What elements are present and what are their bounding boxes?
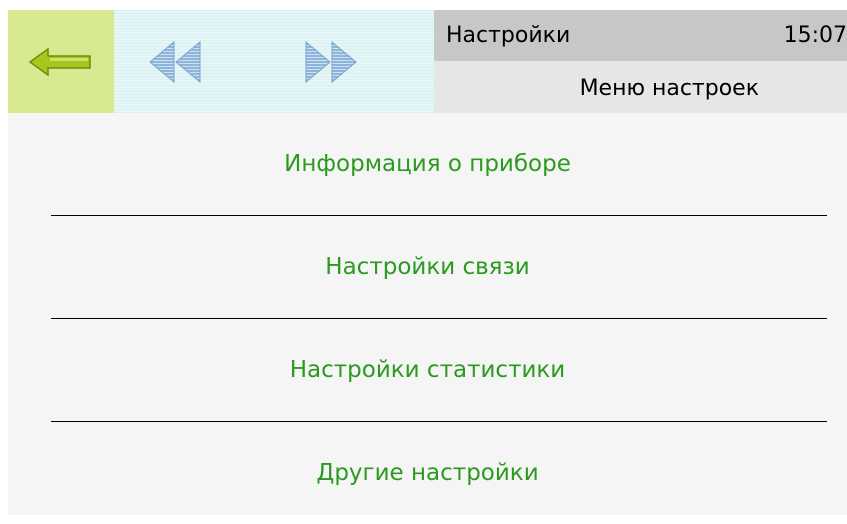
navigation-area — [114, 10, 434, 113]
settings-menu: Информация о приборе Настройки связи Нас… — [8, 113, 847, 515]
menu-item-label: Другие настройки — [316, 460, 539, 486]
previous-page-button[interactable] — [146, 36, 206, 88]
menu-item-connection-settings[interactable]: Настройки связи — [8, 216, 847, 318]
subtitle-bar: Меню настроек — [434, 61, 847, 113]
menu-item-label: Настройки связи — [325, 254, 530, 280]
menu-item-other-settings[interactable]: Другие настройки — [8, 422, 847, 524]
arrow-left-icon — [28, 47, 91, 76]
device-screen: Настройки 15:07 Меню настроек Информация… — [8, 10, 847, 515]
page-subtitle: Меню настроек — [579, 76, 759, 101]
next-page-button[interactable] — [300, 36, 360, 88]
double-triangle-right-icon — [305, 40, 357, 84]
double-triangle-left-icon — [149, 40, 201, 84]
menu-item-label: Настройки статистики — [289, 357, 566, 383]
menu-item-label: Информация о приборе — [284, 151, 571, 177]
back-button[interactable] — [8, 10, 114, 113]
menu-item-statistics-settings[interactable]: Настройки статистики — [8, 319, 847, 421]
menu-item-device-info[interactable]: Информация о приборе — [8, 113, 847, 215]
header-bar: Настройки 15:07 Меню настроек — [8, 10, 847, 113]
page-title: Настройки — [446, 23, 571, 48]
title-bar: Настройки 15:07 — [434, 10, 847, 61]
clock: 15:07 — [783, 23, 847, 48]
